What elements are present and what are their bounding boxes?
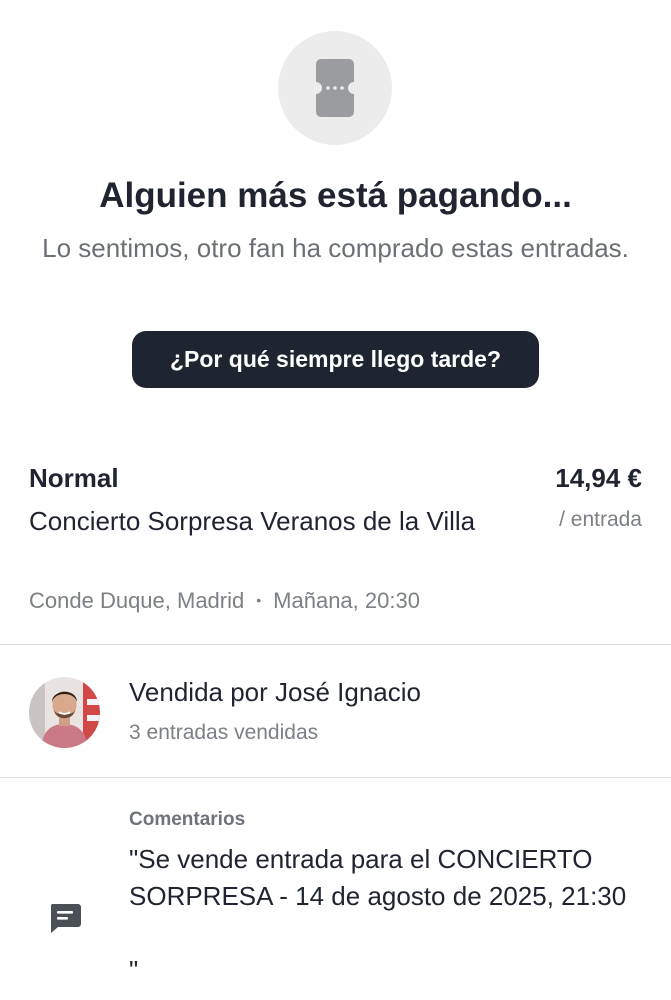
event-meta: Conde Duque, Madrid • Mañana, 20:30	[29, 584, 420, 617]
meta-separator: •	[256, 592, 262, 608]
avatar[interactable]	[29, 677, 100, 748]
divider	[0, 777, 671, 778]
ticket-icon	[316, 59, 354, 117]
status-subtitle: Lo sentimos, otro fan ha comprado estas …	[42, 233, 629, 263]
ticket-price-unit: / entrada	[559, 508, 642, 531]
comments-label: Comentarios	[129, 809, 246, 830]
event-venue: Conde Duque, Madrid	[29, 588, 245, 613]
event-name: Concierto Sorpresa Veranos de la Villa	[29, 506, 476, 536]
comment-icon	[48, 903, 82, 935]
divider	[0, 644, 671, 645]
seller-name[interactable]: Vendida por José Ignacio	[129, 674, 421, 710]
page-title: Alguien más está pagando...	[99, 176, 572, 215]
comment-text: "Se vende entrada para el CONCIERTO SORP…	[129, 844, 627, 985]
why-late-button[interactable]: ¿Por qué siempre llego tarde?	[132, 331, 539, 388]
ticket-type: Normal	[29, 463, 119, 493]
seller-row[interactable]: Vendida por José Ignacio 3 entradas vend…	[0, 646, 671, 776]
ticket-status-icon-circle	[278, 31, 392, 145]
event-date: Mañana, 20:30	[273, 588, 420, 613]
seller-sold-count: 3 entradas vendidas	[129, 721, 319, 744]
ticket-price: 14,94 €	[555, 463, 642, 493]
